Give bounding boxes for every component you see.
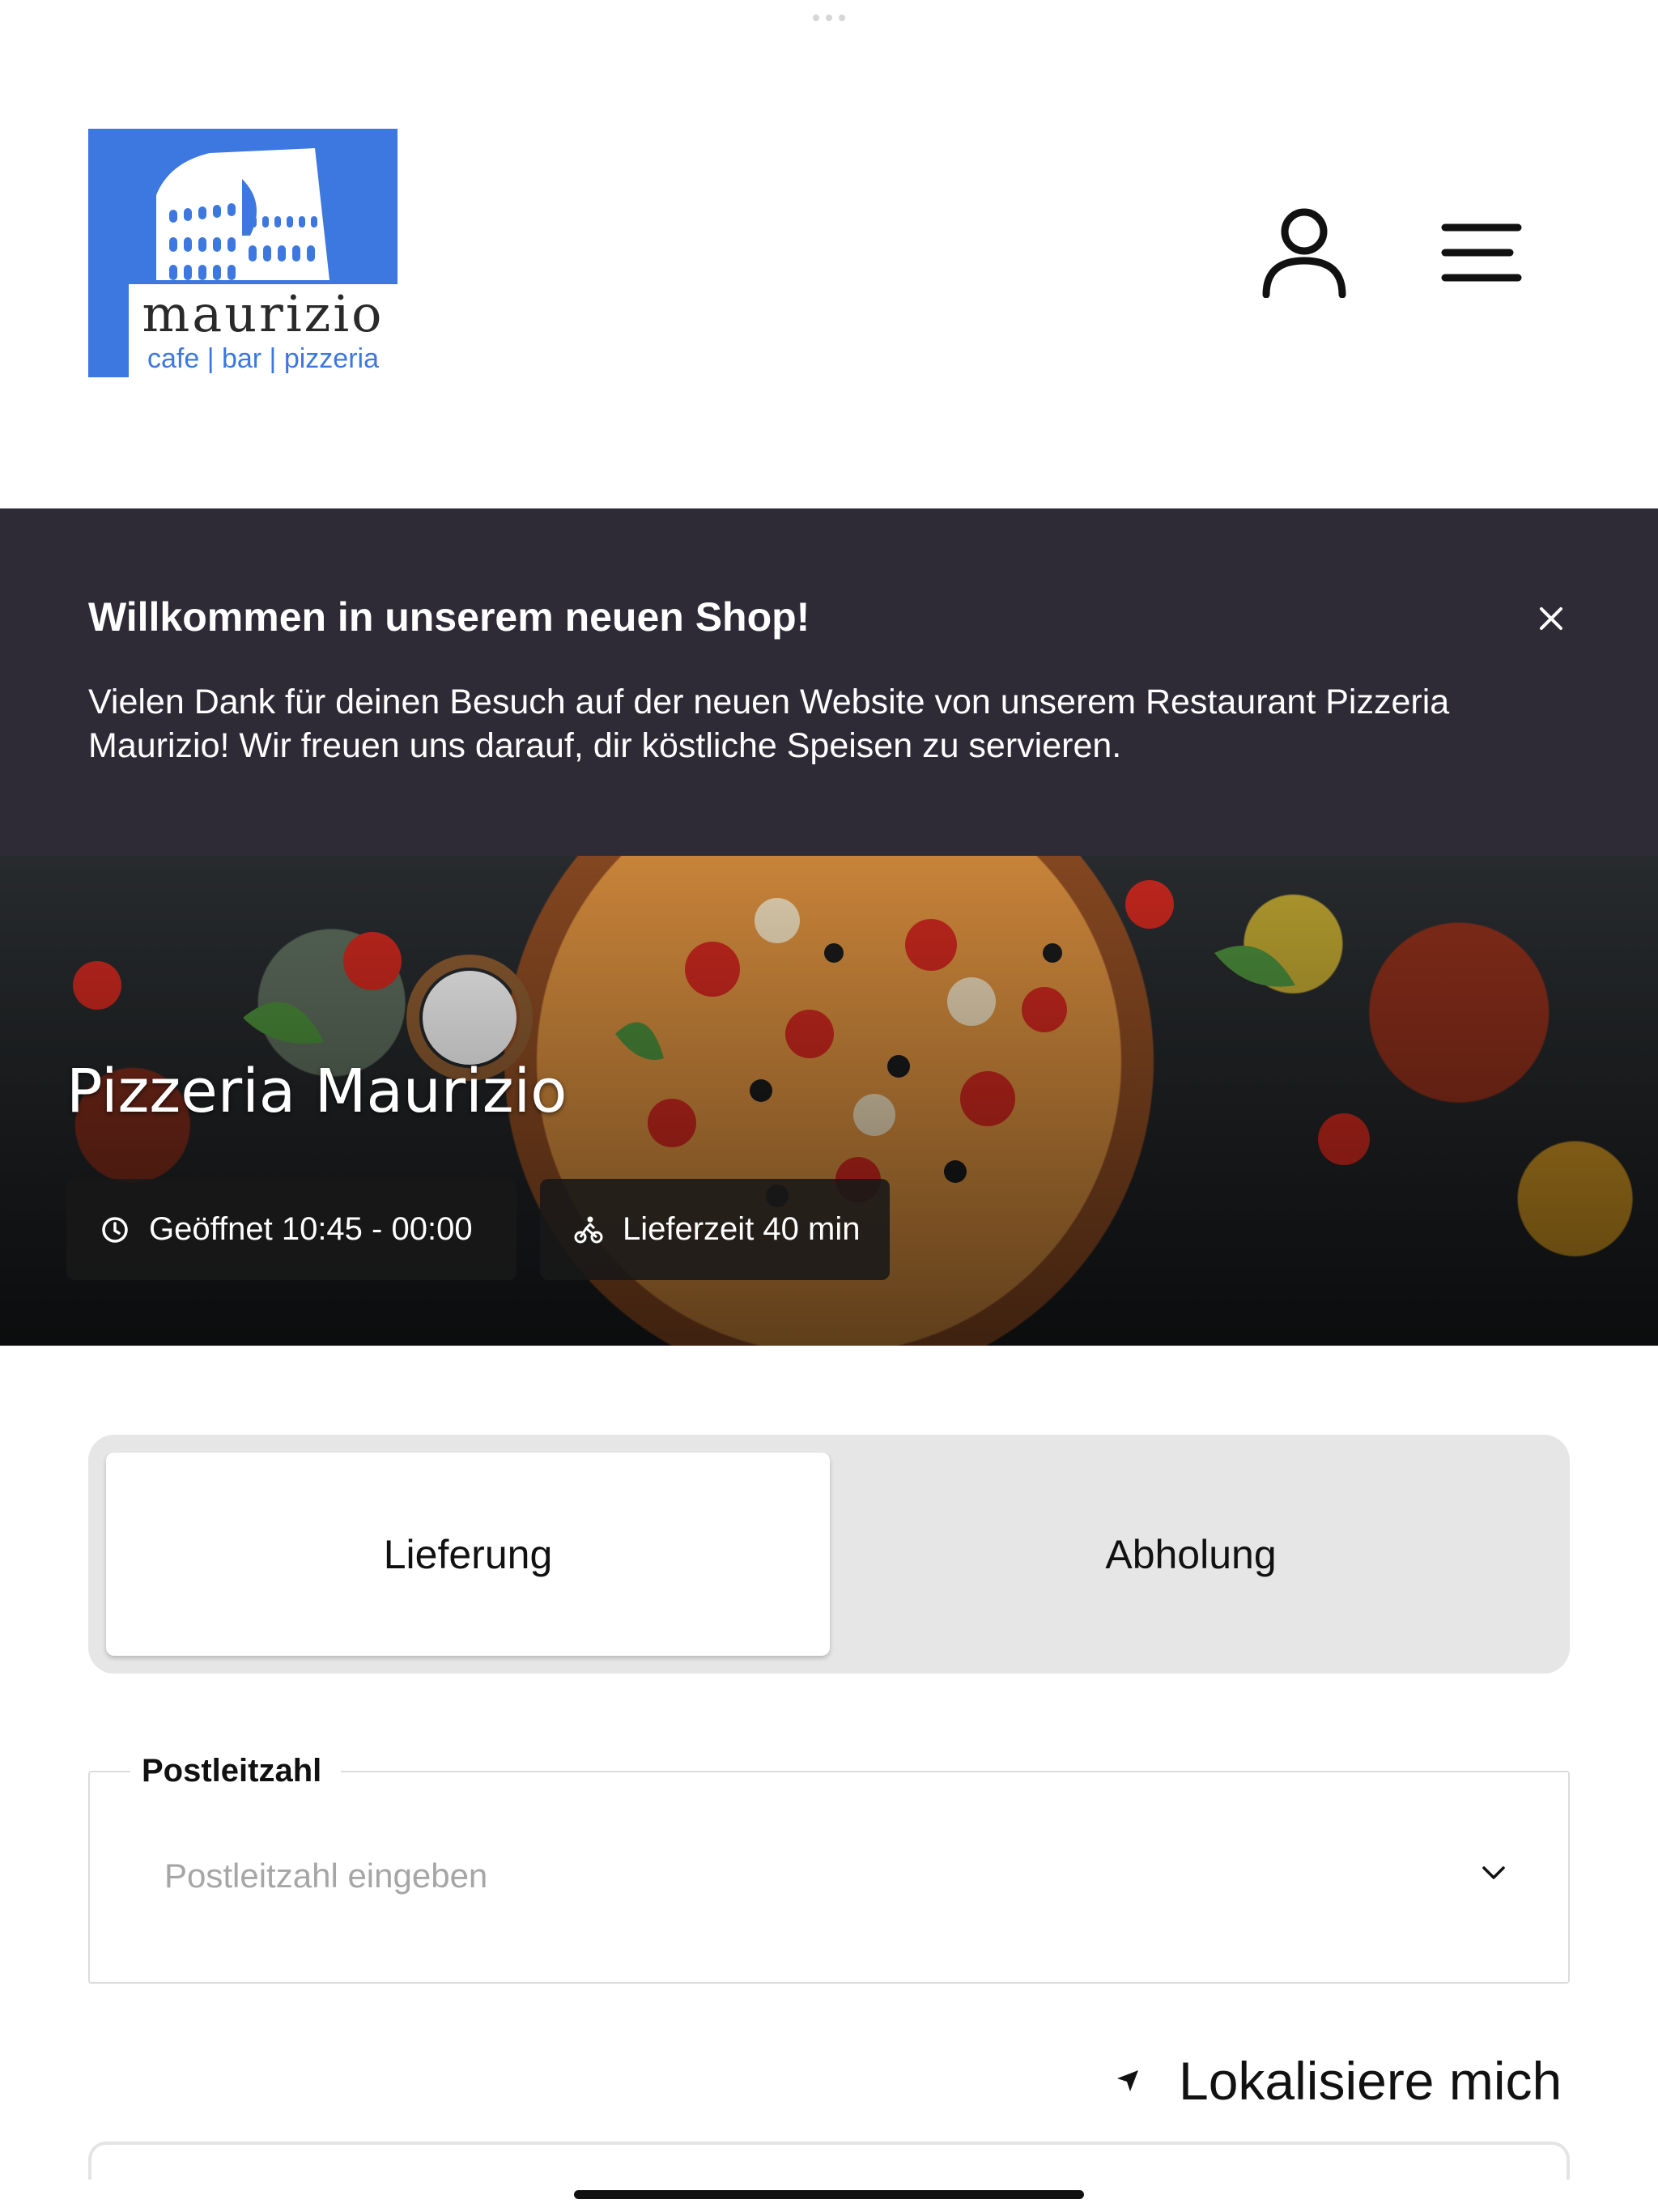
logo-text-box: maurizio cafe | bar | pizzeria: [129, 284, 397, 377]
location-arrow-icon: [1117, 2070, 1138, 2091]
delivery-tab[interactable]: Lieferung: [106, 1453, 830, 1656]
hero-image: Pizzeria Maurizio Geöffnet 10:45 - 00:00…: [0, 856, 1658, 1346]
close-icon[interactable]: [1537, 604, 1566, 633]
banner-title: Willkommen in unserem neuen Shop!: [88, 594, 810, 640]
hamburger-menu-icon[interactable]: [1441, 223, 1522, 283]
user-icon[interactable]: [1260, 204, 1349, 298]
colosseum-icon: [156, 148, 329, 280]
home-indicator[interactable]: [574, 2190, 1084, 2199]
restaurant-logo[interactable]: maurizio cafe | bar | pizzeria: [88, 129, 397, 377]
locate-me-button[interactable]: Lokalisiere mich: [1116, 2050, 1562, 2112]
opening-hours-badge: Geöffnet 10:45 - 00:00: [66, 1179, 517, 1280]
pickup-tab[interactable]: Abholung: [830, 1453, 1552, 1656]
postal-code-input[interactable]: [164, 1852, 1379, 1900]
opening-hours-text: Geöffnet 10:45 - 00:00: [149, 1211, 473, 1247]
logo-subtitle: cafe | bar | pizzeria: [147, 343, 379, 374]
chevron-down-icon[interactable]: [1479, 1858, 1508, 1887]
logo-name: maurizio: [142, 284, 385, 343]
delivery-time-text: Lieferzeit 40 min: [623, 1211, 861, 1247]
banner-text: Vielen Dank für deinen Besuch auf der ne…: [88, 683, 1450, 765]
locate-me-label: Lokalisiere mich: [1179, 2051, 1562, 2111]
order-mode-toggle: Lieferung Abholung: [88, 1435, 1570, 1674]
window-handle-dots: [813, 15, 845, 21]
postal-code-label: Postleitzahl: [130, 1753, 342, 1789]
restaurant-name: Pizzeria Maurizio: [66, 1057, 568, 1126]
clock-icon: [102, 1216, 128, 1243]
welcome-banner: Willkommen in unserem neuen Shop! Vielen…: [0, 508, 1658, 856]
delivery-time-badge: Lieferzeit 40 min: [540, 1179, 890, 1280]
bicycle-icon: [574, 1216, 603, 1243]
postal-code-field[interactable]: Postleitzahl: [88, 1753, 1570, 1984]
